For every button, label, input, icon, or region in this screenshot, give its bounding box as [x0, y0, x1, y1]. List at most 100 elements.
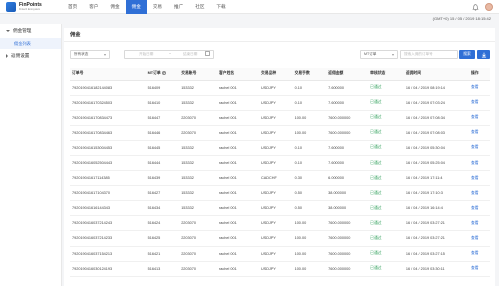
table-cell: CADCHF — [258, 170, 293, 187]
table-cell: 516444 — [145, 155, 180, 172]
view-link[interactable]: 查看 — [468, 155, 490, 172]
column-header-label: MT订单 — [147, 71, 161, 76]
view-link[interactable]: 查看 — [468, 170, 490, 187]
view-link[interactable]: 查看 — [468, 80, 490, 96]
table-cell: 516409 — [145, 80, 180, 96]
column-header-label: 交易手数 — [294, 71, 310, 76]
table-cell: USDJPY — [258, 155, 293, 172]
search-button[interactable]: 搜索 — [459, 50, 475, 59]
status-badge: 已通过 — [368, 185, 404, 202]
logo[interactable]: FinPoints Fintech Ecosystem — [6, 2, 42, 12]
table-cell: 153332 — [179, 155, 217, 172]
table-cell: 6.000000 — [326, 170, 369, 187]
column-header-label: 交易账号 — [181, 71, 197, 76]
table-cell: rachel 001 — [216, 246, 259, 262]
status-badge: 已通过 — [368, 170, 404, 187]
table-cell: 7920190416182144083 — [70, 80, 146, 96]
column-header-label: 订单号 — [72, 71, 84, 76]
bell-icon[interactable] — [472, 3, 479, 11]
table-cell: 7600.000000 — [326, 215, 369, 232]
table-cell: 16 / 04 / 2019 07:08:03 — [403, 125, 469, 141]
table-cell: 7600.000000 — [326, 125, 369, 141]
sidebar-group-commission[interactable]: 佣金管理 — [0, 24, 61, 38]
main-panel: 佣金 所有状态 开始日期 ~ 结束日期 MT订单 搜索入佣的订单号 搜索 订单号… — [64, 28, 495, 286]
table-cell: 153332 — [179, 170, 217, 187]
table-cell: 2203070 — [179, 110, 217, 126]
avatar[interactable] — [485, 3, 493, 11]
table-cell: rachel 001 — [216, 125, 259, 141]
table-cell: USDJPY — [258, 125, 293, 141]
table-cell: 516421 — [145, 246, 180, 262]
view-link[interactable]: 查看 — [468, 110, 490, 126]
nav-item[interactable]: 下载 — [210, 0, 231, 14]
nav-item[interactable]: 首页 — [62, 0, 83, 14]
table-cell: 0.50 — [292, 200, 327, 217]
date-start: 开始日期 — [139, 52, 154, 56]
status-badge: 已通过 — [368, 215, 404, 232]
view-link[interactable]: 查看 — [468, 215, 490, 232]
table-cell: 100.00 — [292, 246, 327, 262]
table-row: 7920190416170324503 516410 153332 rachel 00… — [70, 95, 490, 111]
column-header: 订单号 — [70, 68, 146, 81]
table-cell: 0.30 — [292, 170, 327, 187]
table-cell: 100.00 — [292, 125, 327, 141]
table-row: 7920190416182144083 516409 153332 rachel 00… — [70, 80, 490, 96]
table-cell: rachel 001 — [216, 230, 259, 247]
nav-item[interactable]: 客户 — [83, 0, 104, 14]
view-link[interactable]: 查看 — [468, 246, 490, 262]
table-cell: 38.000000 — [326, 200, 369, 217]
column-header-label: 审核状态 — [370, 71, 386, 76]
nav-item[interactable]: 佣金 — [104, 0, 125, 14]
nav-item[interactable]: 佣金 — [125, 0, 147, 14]
view-link[interactable]: 查看 — [468, 95, 490, 111]
column-header-label: 操作 — [470, 71, 479, 76]
table-row: 7920190416030124193 516413 2203070 rachel 0… — [70, 261, 490, 277]
help-icon[interactable]: ? — [161, 71, 166, 76]
status-select[interactable]: 所有状态 — [70, 50, 110, 59]
sidebar-group-rebate-settings[interactable]: 返佣设置 — [0, 49, 61, 63]
column-header: MT订单? — [145, 68, 180, 81]
table-cell: rachel 001 — [216, 200, 259, 217]
table-cell: 7920190416037214243 — [70, 215, 146, 232]
view-link[interactable]: 查看 — [468, 200, 490, 217]
table-cell: 7600.000000 — [326, 246, 369, 262]
logo-subtitle: Fintech Ecosystem — [19, 8, 41, 11]
table-cell: 2203070 — [179, 230, 217, 247]
column-header-label: 客户姓名 — [218, 71, 235, 76]
nav-item[interactable]: 社区 — [189, 0, 210, 14]
subbar: (GMT+0) 15 / 05 / 2019 18:15:42 — [0, 14, 499, 24]
table-cell: 516424 — [145, 215, 180, 232]
keyword-input[interactable]: 搜索入佣的订单号 — [400, 50, 458, 59]
table-cell: 16 / 04 / 2019 05:30:04 — [403, 140, 469, 156]
table-row: 792019041616144343 516434 153332 rachel 001… — [70, 200, 490, 217]
table-cell: 792019041617114385 — [70, 170, 146, 187]
table-cell: 7.600000 — [326, 80, 369, 96]
table-cell: 7920190416030124193 — [70, 261, 146, 277]
nav-item[interactable]: 推广 — [168, 0, 189, 14]
column-header-label: 返佣金额 — [328, 71, 344, 76]
status-badge: 已通过 — [368, 80, 404, 96]
table-cell: 7920190416170324503 — [70, 95, 146, 111]
nav-item[interactable]: 交易 — [147, 0, 168, 14]
view-link[interactable]: 查看 — [468, 125, 490, 141]
table-row: 7920190416170834473 516447 2203070 rachel 0… — [70, 110, 490, 126]
table-cell: 2203070 — [179, 246, 217, 262]
export-button[interactable] — [477, 50, 490, 59]
column-header: 客户姓名 — [216, 68, 259, 81]
view-link[interactable]: 查看 — [468, 261, 490, 277]
table-cell: 0.10 — [292, 155, 327, 172]
sidebar-item-commission-list[interactable]: 佣金列表 — [0, 38, 61, 49]
column-header: 交易手数 — [292, 68, 327, 81]
view-link[interactable]: 查看 — [468, 140, 490, 156]
view-link[interactable]: 查看 — [468, 185, 490, 202]
view-link[interactable]: 查看 — [468, 230, 490, 247]
date-range-picker[interactable]: 开始日期 ~ 结束日期 — [124, 50, 214, 59]
table-cell: 7920190416153004453 — [70, 140, 146, 156]
table-body: 7920190416182144083 516409 153332 rachel 00… — [70, 80, 490, 277]
order-type-select[interactable]: MT订单 — [360, 50, 398, 59]
keyword-placeholder: 搜索入佣的订单号 — [404, 52, 433, 56]
sidebar-group-label: 返佣设置 — [11, 53, 30, 58]
table-cell: 7.600000 — [326, 95, 369, 111]
status-select-value: 所有状态 — [74, 52, 89, 56]
table-cell: 0.10 — [292, 140, 327, 156]
